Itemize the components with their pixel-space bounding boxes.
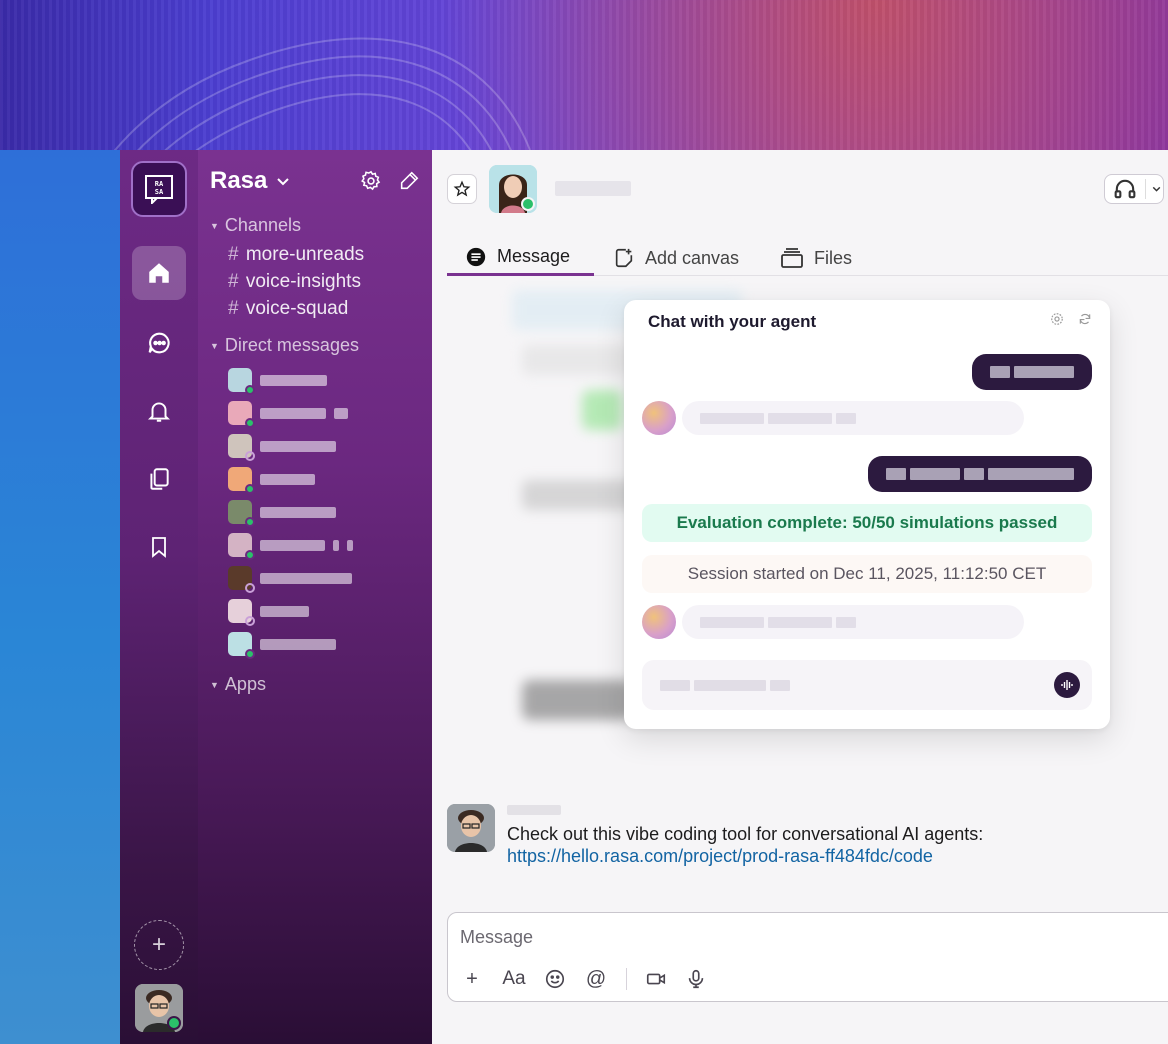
agent-avatar-icon [642, 605, 676, 639]
evaluation-status-banner: Evaluation complete: 50/50 simulations p… [642, 504, 1092, 542]
presence-online-icon [521, 197, 535, 211]
microphone-icon[interactable] [685, 968, 707, 990]
video-icon[interactable] [645, 968, 667, 990]
message-body: Check out this vibe coding tool for conv… [507, 823, 983, 867]
bot-message-row [642, 605, 1024, 639]
files-button[interactable] [132, 452, 186, 506]
svg-text:RA: RA [155, 180, 164, 188]
user-message-bubble [868, 456, 1092, 492]
home-icon [149, 263, 169, 283]
waveform-icon [1061, 680, 1073, 690]
presence-online-icon [167, 1016, 181, 1030]
dms-button[interactable] [132, 316, 186, 370]
message-composer[interactable]: Message + Aa @ [447, 912, 1168, 1002]
refresh-icon[interactable] [1078, 312, 1092, 326]
dm-item[interactable] [228, 368, 327, 395]
dm-avatar [228, 401, 255, 428]
emoji-icon[interactable] [544, 968, 566, 990]
channel-sidebar: Rasa ▼ Channels # more-unreads # voice-in… [198, 150, 432, 1044]
tab-add-canvas[interactable]: Add canvas [613, 240, 739, 276]
dm-item[interactable] [228, 566, 352, 593]
dm-avatar [228, 467, 255, 494]
tab-files[interactable]: Files [780, 240, 852, 276]
dms-icon [148, 332, 170, 354]
dm-item[interactable] [228, 533, 353, 560]
plus-icon[interactable]: + [460, 967, 484, 991]
dm-avatar [228, 500, 255, 527]
chevron-down-icon [277, 178, 290, 186]
rasa-logo-icon: RA SA [145, 175, 173, 204]
dm-avatar [228, 368, 255, 395]
dm-avatar [228, 434, 255, 461]
add-canvas-icon [615, 248, 633, 268]
direct-messages-header[interactable]: ▼ Direct messages [210, 335, 359, 356]
avatar-face-icon [447, 804, 495, 852]
mention-icon[interactable]: @ [584, 967, 608, 991]
sender-name-redacted [507, 805, 561, 815]
sender-avatar[interactable] [447, 804, 495, 852]
svg-text:SA: SA [155, 188, 164, 196]
star-button[interactable] [447, 174, 477, 204]
activity-button[interactable] [132, 384, 186, 438]
workspace-rail: RA SA + [120, 150, 198, 1044]
agent-panel-title: Chat with your agent [648, 312, 817, 331]
agent-chat-panel: Chat with your agent Evaluation complete… [624, 300, 1110, 729]
files-icon [150, 468, 169, 490]
agent-message-input[interactable] [642, 660, 1092, 710]
toolbar-divider [626, 968, 627, 990]
agent-avatar-icon [642, 401, 676, 435]
contact-name-redacted [555, 181, 631, 196]
add-workspace-button[interactable]: + [134, 920, 184, 970]
star-icon [453, 180, 471, 197]
gear-icon[interactable] [360, 170, 382, 192]
dm-item[interactable] [228, 632, 336, 659]
compose-icon[interactable] [398, 170, 420, 192]
channel-more-unreads[interactable]: # more-unreads [228, 244, 364, 266]
workspace-switcher[interactable]: Rasa [210, 167, 291, 195]
rasa-logo[interactable]: RA SA [131, 161, 187, 217]
headphones-icon [1114, 179, 1136, 199]
dm-item[interactable] [228, 467, 315, 494]
gear-icon[interactable] [1050, 312, 1064, 326]
chevron-down-icon[interactable] [1150, 182, 1163, 196]
bot-message-row [642, 401, 1024, 435]
later-button[interactable] [132, 520, 186, 574]
huddle-button[interactable] [1104, 174, 1164, 204]
channel-voice-squad[interactable]: # voice-squad [228, 298, 348, 320]
bookmark-icon [152, 537, 166, 558]
dm-item[interactable] [228, 599, 309, 626]
dm-avatar [228, 599, 255, 626]
plus-icon: + [151, 931, 166, 958]
dm-item[interactable] [228, 401, 348, 428]
message-icon [466, 247, 486, 266]
tab-bar: Message Add canvas Files [447, 240, 1168, 276]
session-started-banner: Session started on Dec 11, 2025, 11:12:5… [642, 555, 1092, 593]
workspace-name: Rasa [210, 167, 268, 194]
dm-avatar [228, 632, 255, 659]
message-text: Check out this vibe coding tool for conv… [507, 824, 984, 844]
voice-button[interactable] [1054, 672, 1080, 698]
dm-item[interactable] [228, 500, 336, 527]
home-button[interactable] [132, 246, 186, 300]
dm-item[interactable] [228, 434, 336, 461]
apps-header[interactable]: ▼ Apps [210, 674, 266, 695]
files-stack-icon [781, 248, 803, 268]
composer-placeholder: Message [460, 927, 534, 947]
dm-avatar [228, 533, 255, 560]
channels-header[interactable]: ▼ Channels [210, 215, 301, 236]
channel-voice-insights[interactable]: # voice-insights [228, 271, 361, 293]
formatting-icon[interactable]: Aa [502, 967, 526, 991]
user-message-bubble [972, 354, 1092, 390]
message-link[interactable]: https://hello.rasa.com/project/prod-rasa… [507, 845, 983, 867]
dm-avatar [228, 566, 255, 593]
tab-message[interactable]: Message [447, 240, 594, 276]
bell-icon [147, 402, 171, 422]
background-left-strip [0, 150, 120, 1044]
